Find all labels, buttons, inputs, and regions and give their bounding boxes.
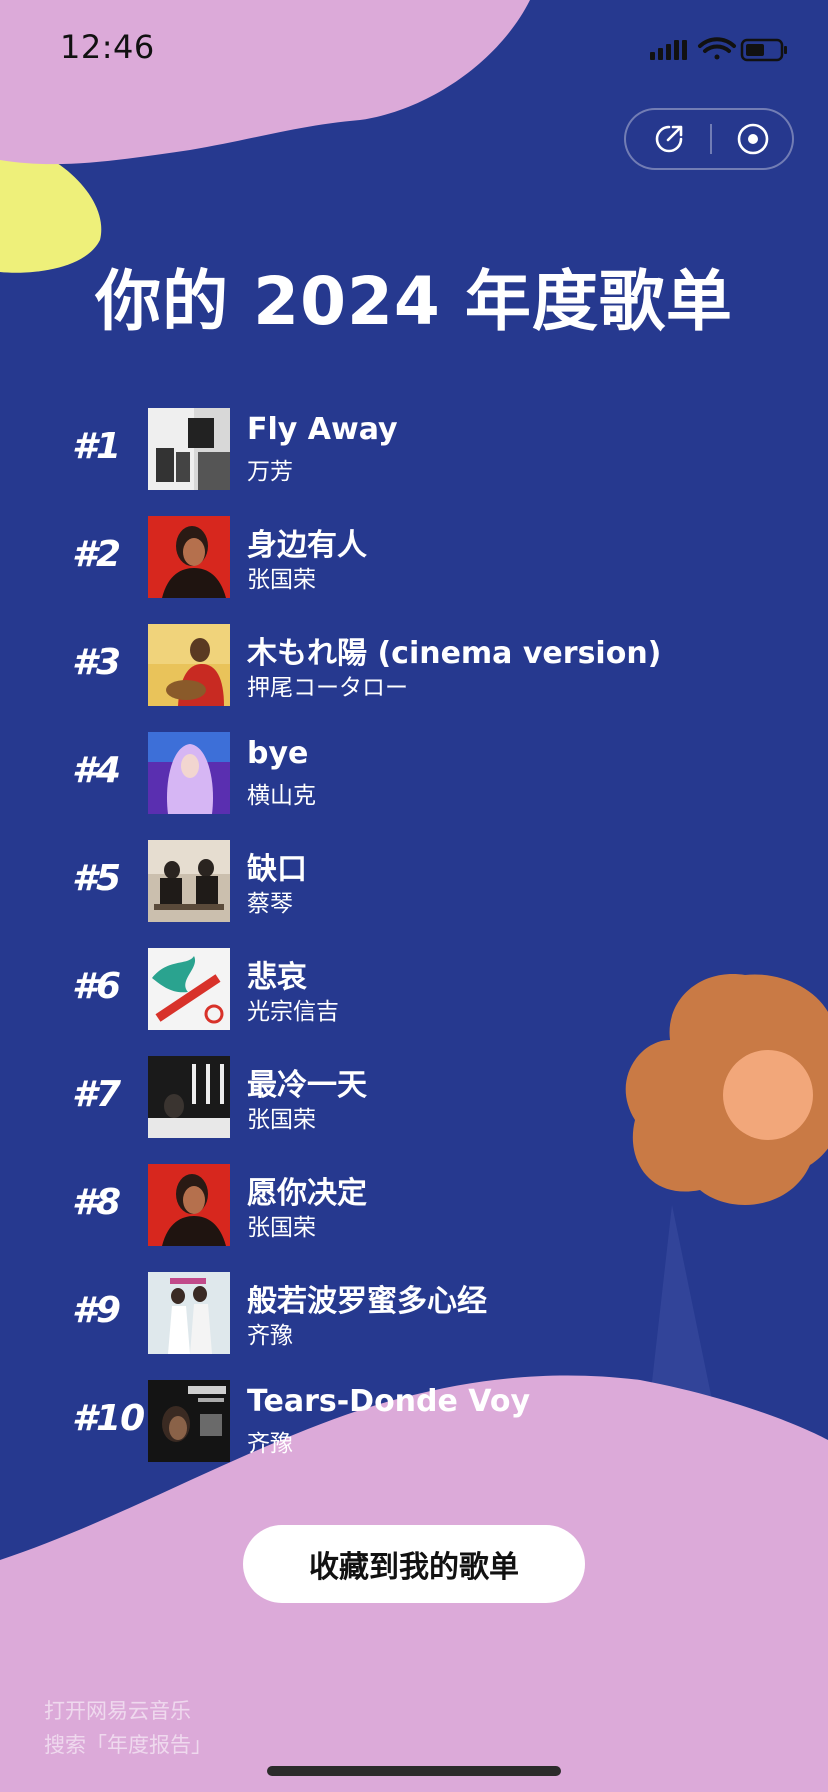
song-row-2[interactable]: #2 身边有人 张国荣: [0, 516, 828, 598]
song-row-10[interactable]: #10 Tears-Donde Voy 齐豫: [0, 1380, 828, 1462]
song-title: 般若波罗蜜多心经: [247, 1284, 487, 1319]
status-time: 12:46: [60, 28, 155, 66]
song-title: Tears-Donde Voy: [247, 1384, 531, 1419]
share-icon: [655, 125, 683, 153]
album-cover-7: [148, 1056, 230, 1138]
footer-hint-line1: 打开网易云音乐: [44, 1699, 191, 1723]
album-cover-2: [148, 516, 230, 598]
song-row-7[interactable]: #7 最冷一天 张国荣: [0, 1056, 828, 1138]
screen: 12:46 你的 2024 年度歌单 #1 Fly Away 万芳 #2 身边有…: [0, 0, 828, 1792]
page-title: 你的 2024 年度歌单: [95, 263, 733, 340]
song-rank: #3: [72, 642, 121, 683]
song-artist: 张国荣: [247, 1107, 316, 1133]
song-rank: #8: [72, 1182, 121, 1223]
song-title: bye: [247, 736, 309, 771]
signal-icon: [650, 40, 687, 60]
album-cover-9: [148, 1272, 230, 1354]
song-rank: #2: [72, 534, 121, 575]
song-rank: #10: [72, 1398, 145, 1439]
song-rank: #6: [72, 966, 121, 1007]
song-title: Fly Away: [247, 412, 398, 447]
song-title: 缺口: [247, 852, 307, 887]
footer-hint-line2: 搜索「年度报告」: [44, 1733, 212, 1757]
album-cover-6: [148, 948, 230, 1030]
album-cover-5: [148, 840, 230, 922]
song-rank: #7: [72, 1074, 121, 1115]
battery-icon: [740, 38, 787, 62]
album-cover-8: [148, 1164, 230, 1246]
song-row-1[interactable]: #1 Fly Away 万芳: [0, 408, 828, 490]
song-rank: #9: [72, 1290, 121, 1331]
song-artist: 光宗信吉: [247, 999, 339, 1025]
album-cover-1: [148, 408, 230, 490]
song-artist: 押尾コータロー: [247, 675, 408, 701]
footer-hint: 打开网易云音乐 搜索「年度报告」: [44, 1694, 212, 1762]
song-title: 最冷一天: [247, 1068, 367, 1103]
capsule-menu: [624, 108, 794, 170]
target-icon: [737, 123, 769, 155]
wifi-icon: [698, 37, 736, 60]
song-title: 愿你决定: [247, 1176, 367, 1211]
song-title: 悲哀: [247, 960, 307, 995]
song-artist: 齐豫: [247, 1431, 293, 1457]
song-row-8[interactable]: #8 愿你决定 张国荣: [0, 1164, 828, 1246]
close-miniapp-button[interactable]: [712, 110, 794, 168]
collect-to-playlist-button[interactable]: 收藏到我的歌单: [243, 1525, 585, 1603]
song-artist: 蔡琴: [247, 891, 293, 917]
album-cover-3: [148, 624, 230, 706]
song-row-4[interactable]: #4 bye 横山克: [0, 732, 828, 814]
song-artist: 齐豫: [247, 1323, 293, 1349]
song-row-5[interactable]: #5 缺口 蔡琴: [0, 840, 828, 922]
song-row-9[interactable]: #9 般若波罗蜜多心经 齐豫: [0, 1272, 828, 1354]
album-cover-4: [148, 732, 230, 814]
song-rank: #1: [72, 426, 121, 467]
song-artist: 张国荣: [247, 1215, 316, 1241]
song-rank: #5: [72, 858, 121, 899]
song-artist: 万芳: [247, 459, 293, 485]
song-artist: 张国荣: [247, 567, 316, 593]
song-row-6[interactable]: #6 悲哀 光宗信吉: [0, 948, 828, 1030]
pink-top-blob: [0, 0, 530, 165]
status-icons: [650, 37, 787, 62]
share-button[interactable]: [628, 110, 710, 168]
song-artist: 横山克: [247, 783, 316, 809]
song-title: 身边有人: [247, 528, 367, 563]
home-indicator[interactable]: [267, 1766, 561, 1776]
album-cover-10: [148, 1380, 230, 1462]
song-rank: #4: [72, 750, 121, 791]
song-title: 木もれ陽 (cinema version): [247, 636, 662, 671]
song-row-3[interactable]: #3 木もれ陽 (cinema version) 押尾コータロー: [0, 624, 828, 706]
